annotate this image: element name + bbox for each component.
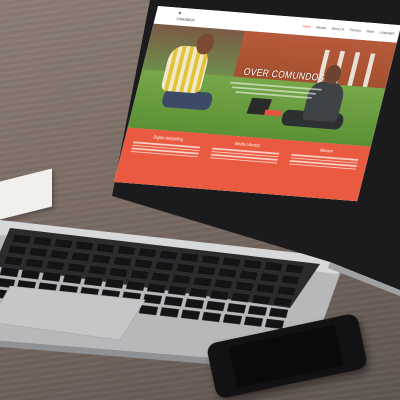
pillar <box>362 53 376 88</box>
site-logo[interactable]: ✶ COMUNDOS <box>175 11 196 23</box>
nav-items: Home Nieuws About Us Partners News Langu… <box>298 23 395 36</box>
nav-item-home[interactable]: Home <box>302 24 311 29</box>
website-screen: ✶ COMUNDOS Home Nieuws About Us Partners… <box>114 6 400 202</box>
nav-item-partners[interactable]: Partners <box>349 27 362 32</box>
card-media-literacy[interactable]: Media Literacy <box>200 139 284 189</box>
nav-item-nieuws[interactable]: Nieuws <box>316 25 327 30</box>
photo-scene: ✶ COMUNDOS Home Nieuws About Us Partners… <box>0 0 400 400</box>
card-mission[interactable]: Mission <box>279 146 363 196</box>
nav-item-about[interactable]: About Us <box>331 26 345 31</box>
card-digital-storytelling[interactable]: Digital storytelling <box>121 133 205 183</box>
nav-item-languages[interactable]: Languages <box>379 30 395 36</box>
pillar <box>347 52 361 86</box>
person-left-head <box>194 32 217 56</box>
nav-item-news[interactable]: News <box>366 29 375 34</box>
hero-image: OVER COMUNDOS <box>127 23 397 147</box>
logo-text: COMUNDOS <box>175 16 196 23</box>
